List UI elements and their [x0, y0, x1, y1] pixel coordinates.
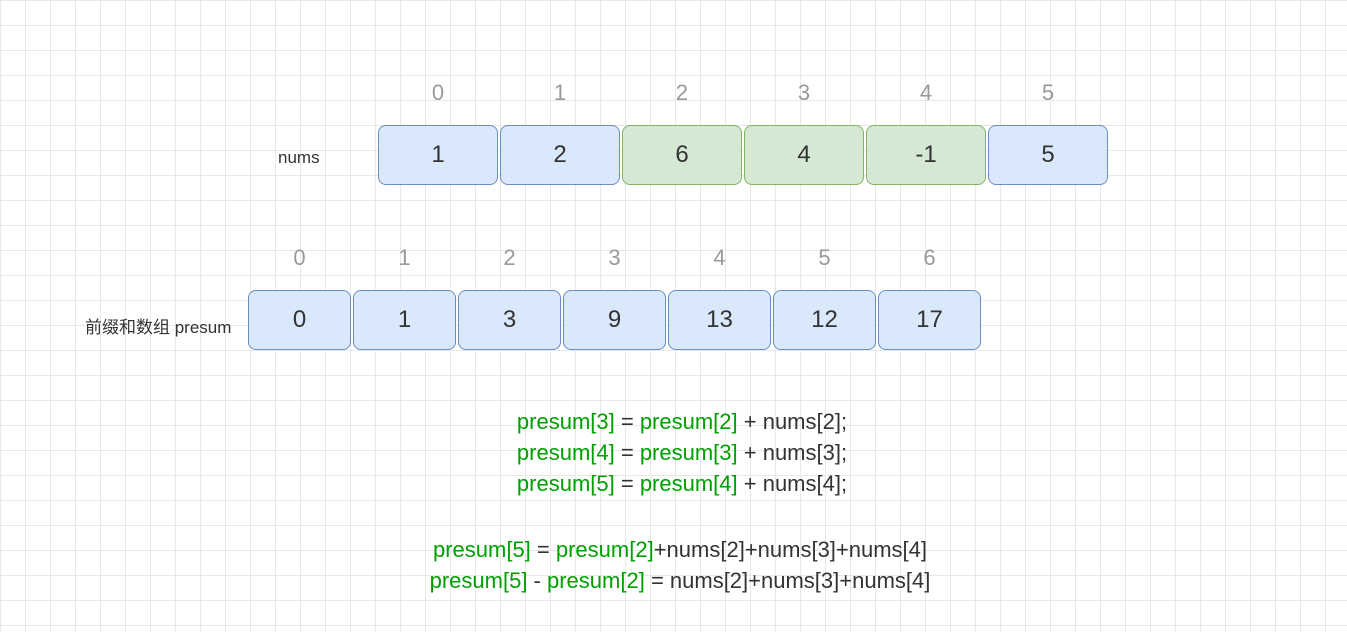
- nums-index: 5: [988, 80, 1108, 106]
- nums-index: 4: [866, 80, 986, 106]
- presum-cell: 13: [668, 290, 771, 350]
- formula-block-2: presum[5] = presum[2]+nums[2]+nums[3]+nu…: [370, 535, 990, 597]
- presum-index: 4: [668, 245, 771, 271]
- presum-cell: 17: [878, 290, 981, 350]
- presum-index: 5: [773, 245, 876, 271]
- presum-index: 0: [248, 245, 351, 271]
- nums-index: 2: [622, 80, 742, 106]
- nums-cell: 2: [500, 125, 620, 185]
- presum-index: 6: [878, 245, 981, 271]
- formula-line: presum[5] = presum[4] + nums[4];: [482, 469, 882, 500]
- nums-array: 1 2 6 4 -1 5: [378, 125, 1110, 185]
- presum-index: 2: [458, 245, 561, 271]
- presum-cell: 0: [248, 290, 351, 350]
- presum-array: 0 1 3 9 13 12 17: [248, 290, 983, 350]
- nums-cell: 5: [988, 125, 1108, 185]
- nums-index: 1: [500, 80, 620, 106]
- nums-cell-highlight: -1: [866, 125, 986, 185]
- nums-cell: 1: [378, 125, 498, 185]
- formula-block-1: presum[3] = presum[2] + nums[2]; presum[…: [482, 407, 882, 499]
- formula-line: presum[5] = presum[2]+nums[2]+nums[3]+nu…: [370, 535, 990, 566]
- nums-cell-highlight: 6: [622, 125, 742, 185]
- presum-cell: 1: [353, 290, 456, 350]
- presum-index: 3: [563, 245, 666, 271]
- presum-label: 前缀和数组 presum: [85, 313, 231, 338]
- formula-line: presum[4] = presum[3] + nums[3];: [482, 438, 882, 469]
- nums-index: 3: [744, 80, 864, 106]
- nums-cell-highlight: 4: [744, 125, 864, 185]
- presum-index: 1: [353, 245, 456, 271]
- formula-line: presum[3] = presum[2] + nums[2];: [482, 407, 882, 438]
- formula-line: presum[5] - presum[2] = nums[2]+nums[3]+…: [370, 566, 990, 597]
- nums-index: 0: [378, 80, 498, 106]
- presum-cell: 12: [773, 290, 876, 350]
- presum-cell: 3: [458, 290, 561, 350]
- presum-cell: 9: [563, 290, 666, 350]
- nums-label: nums: [278, 148, 320, 168]
